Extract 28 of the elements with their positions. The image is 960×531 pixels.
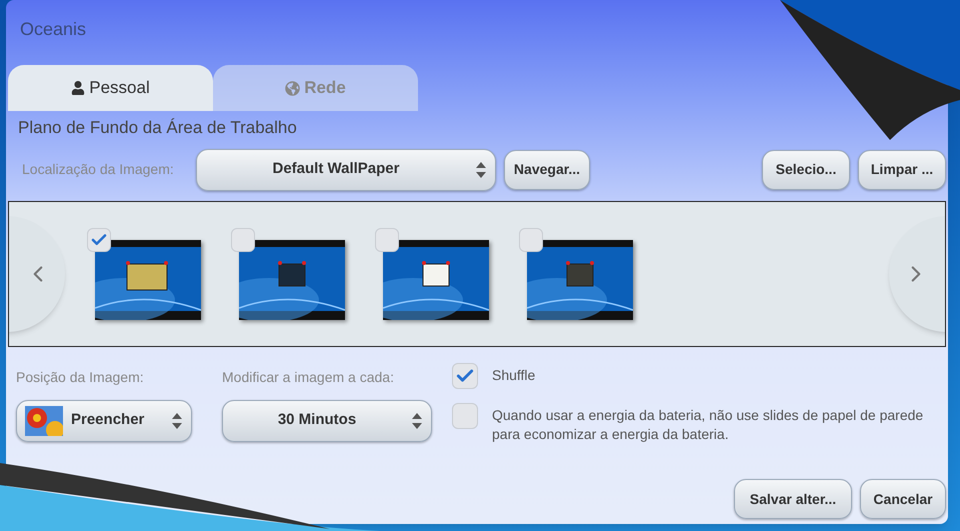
option-label: Quando usar a energia da bateria, não use slides de papel de parede para economizar a energia da bateria. <box>492 406 924 444</box>
location-select[interactable]: Default WallPaper <box>196 148 496 190</box>
option-label: Shuffle <box>492 366 536 384</box>
tab[interactable]: Pessoal <box>8 65 213 111</box>
spinner-icon <box>411 412 423 430</box>
interval-label: Modificar a imagem a cada: <box>222 368 395 387</box>
spinner-icon <box>171 412 183 430</box>
save-button[interactable]: Salvar alter... <box>734 479 852 519</box>
checkbox[interactable] <box>87 228 111 252</box>
user-icon <box>71 81 86 95</box>
section-title: Plano de Fundo da Área de Trabalho <box>18 117 298 139</box>
location-label: Localização da Imagem: <box>22 160 175 179</box>
position-label: Posição da Imagem: <box>16 368 145 387</box>
checkbox[interactable] <box>519 228 543 252</box>
flower-icon <box>25 406 63 436</box>
browse-button[interactable]: Navegar... <box>504 150 590 190</box>
checkbox[interactable] <box>452 362 478 388</box>
select-button[interactable]: Selecio... <box>762 150 850 190</box>
interval-select[interactable]: 30 Minutos <box>222 400 432 442</box>
window-title: Oceanis <box>20 18 88 41</box>
position-select[interactable]: Preencher <box>16 400 192 442</box>
globe-icon <box>285 80 300 96</box>
checkbox[interactable] <box>375 228 399 252</box>
spinner-icon <box>475 160 487 178</box>
checkbox[interactable] <box>452 402 478 428</box>
clear-button[interactable]: Limpar ... <box>858 150 946 190</box>
checkbox[interactable] <box>231 228 255 252</box>
cancel-button[interactable]: Cancelar <box>860 479 946 519</box>
